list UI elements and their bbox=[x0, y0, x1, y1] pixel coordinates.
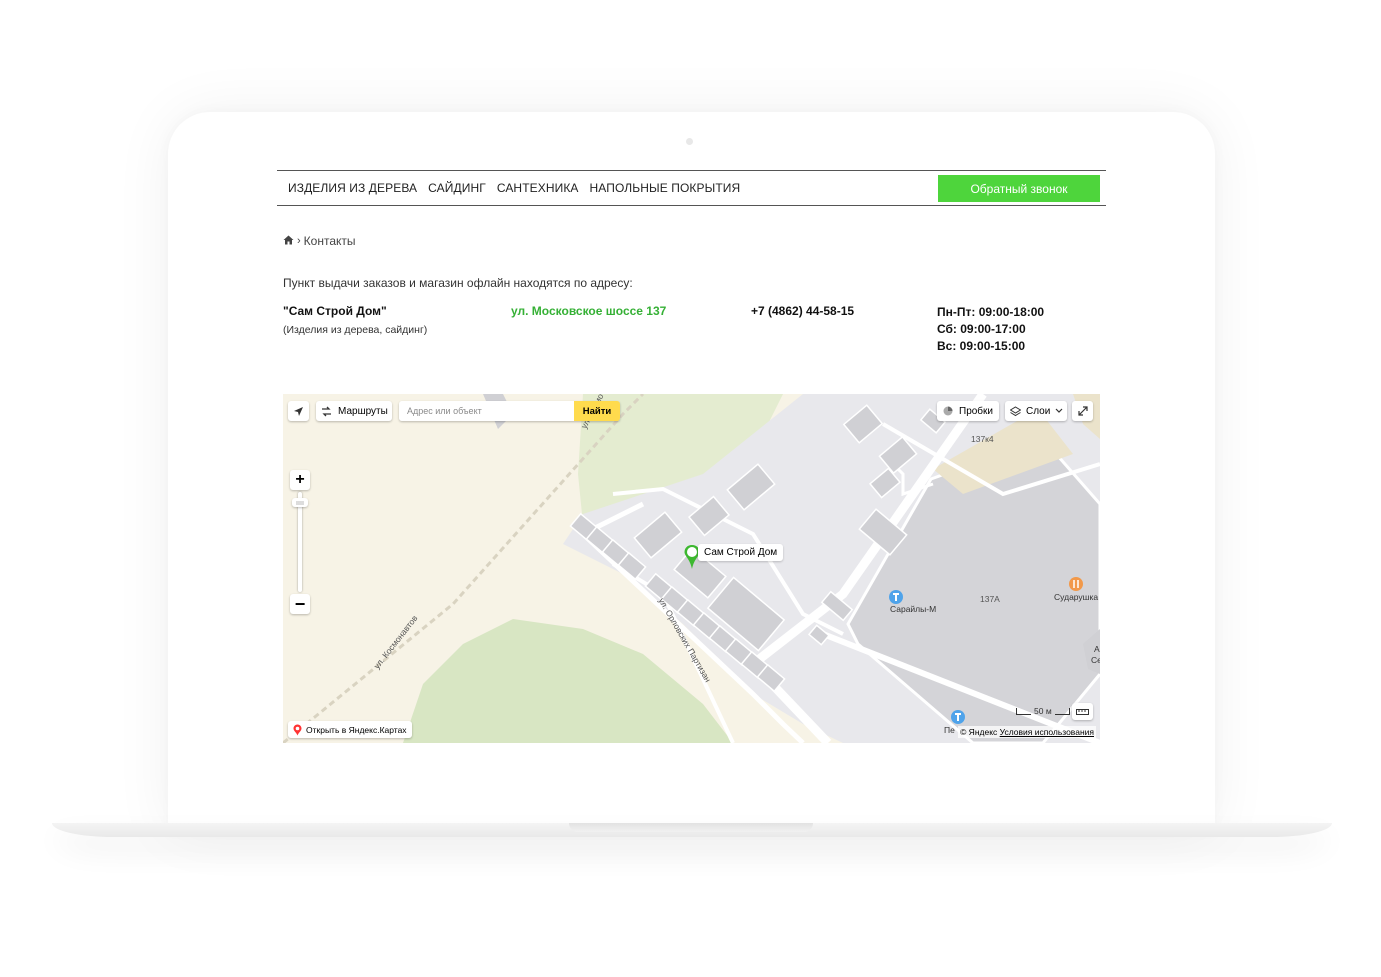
poi-label-se: Се bbox=[1091, 655, 1100, 665]
grip-icon bbox=[296, 500, 304, 505]
scale-bar-left bbox=[1016, 707, 1031, 715]
zoom-handle[interactable] bbox=[292, 498, 308, 507]
breadcrumb-current: Контакты bbox=[303, 234, 356, 248]
nav-link-siding[interactable]: САЙДИНГ bbox=[428, 181, 486, 195]
route-icon bbox=[322, 406, 331, 416]
food-icon bbox=[1069, 577, 1083, 591]
home-icon[interactable] bbox=[283, 234, 294, 248]
traffic-label: Пробки bbox=[959, 405, 993, 417]
pickup-intro-text: Пункт выдачи заказов и магазин офлайн на… bbox=[283, 276, 633, 290]
poi-label-sudarushka: Сударушка bbox=[1054, 592, 1099, 602]
routes-label: Маршруты bbox=[338, 405, 388, 417]
map-marker-icon bbox=[293, 724, 302, 735]
poi-label-a: А bbox=[1094, 644, 1100, 654]
zoom-in-button[interactable]: + bbox=[290, 470, 310, 490]
poi-label-pe: Пе bbox=[944, 725, 955, 735]
expand-icon bbox=[1077, 406, 1088, 416]
ruler-icon bbox=[1076, 708, 1089, 715]
open-in-yandex-maps-link[interactable]: Открыть в Яндекс.Картах bbox=[288, 721, 412, 738]
tools-icon bbox=[889, 590, 903, 604]
hours-saturday: Сб: 09:00-17:00 bbox=[937, 322, 1026, 336]
location-arrow-icon bbox=[294, 406, 303, 416]
tools-icon bbox=[951, 710, 965, 724]
zoom-control: + − bbox=[290, 470, 310, 616]
laptop-notch bbox=[569, 823, 813, 832]
fullscreen-button[interactable] bbox=[1072, 401, 1093, 421]
traffic-button[interactable]: Пробки bbox=[937, 401, 999, 421]
poi-label-sarayly-m: Сарайлы-М bbox=[890, 604, 937, 614]
store-name: "Сам Строй Дом" bbox=[283, 304, 387, 318]
scale-label: 50 м bbox=[1034, 706, 1052, 716]
chevron-down-icon bbox=[1055, 408, 1063, 413]
terms-of-use-link[interactable]: Условия использования bbox=[1000, 727, 1094, 737]
copyright-text: © Яндекс bbox=[960, 727, 998, 737]
callback-button[interactable]: Обратный звонок bbox=[938, 175, 1100, 202]
ruler-button[interactable] bbox=[1072, 703, 1093, 720]
map-search: Найти bbox=[399, 401, 620, 421]
nav-link-flooring[interactable]: НАПОЛЬНЫЕ ПОКРЫТИЯ bbox=[590, 181, 741, 195]
open-in-maps-label: Открыть в Яндекс.Картах bbox=[306, 724, 407, 735]
map-search-button[interactable]: Найти bbox=[574, 401, 620, 421]
routes-button[interactable]: Маршруты bbox=[316, 401, 392, 421]
geolocation-button[interactable] bbox=[288, 401, 309, 421]
store-subtitle: (Изделия из дерева, сайдинг) bbox=[283, 324, 428, 336]
zoom-out-button[interactable]: − bbox=[290, 594, 310, 614]
map-search-input[interactable] bbox=[399, 401, 574, 421]
breadcrumb: › Контакты bbox=[283, 234, 356, 248]
map-label-building-137k4: 137к4 bbox=[971, 434, 994, 444]
map-scale: 50 м bbox=[1016, 706, 1070, 716]
store-hours: Пн-Пт: 09:00-18:00 Сб: 09:00-17:00 Вс: 0… bbox=[937, 304, 1044, 355]
scale-bar-right bbox=[1054, 707, 1070, 715]
hours-weekdays: Пн-Пт: 09:00-18:00 bbox=[937, 305, 1045, 319]
store-phone[interactable]: +7 (4862) 44-58-15 bbox=[751, 304, 854, 318]
map-copyright: © Яндекс Условия использования bbox=[958, 726, 1096, 738]
yandex-map[interactable]: ул. Космонавтов ул. Орловских Партизан у… bbox=[283, 394, 1100, 743]
laptop-camera bbox=[686, 138, 693, 145]
top-navigation: ИЗДЕЛИЯ ИЗ ДЕРЕВА САЙДИНГ САНТЕХНИКА НАП… bbox=[277, 170, 1106, 206]
chevron-right-icon: › bbox=[297, 235, 301, 247]
traffic-icon bbox=[943, 406, 953, 416]
nav-link-wood-products[interactable]: ИЗДЕЛИЯ ИЗ ДЕРЕВА bbox=[288, 181, 417, 195]
layers-button[interactable]: Слои bbox=[1005, 401, 1067, 421]
nav-link-plumbing[interactable]: САНТЕХНИКА bbox=[497, 181, 579, 195]
layers-label: Слои bbox=[1026, 405, 1051, 417]
store-address-link[interactable]: ул. Московское шоссе 137 bbox=[511, 304, 666, 318]
layers-icon bbox=[1010, 405, 1021, 416]
map-label-building-137a: 137А bbox=[980, 594, 1000, 604]
placemark-label[interactable]: Сам Строй Дом bbox=[698, 544, 784, 561]
zoom-track[interactable] bbox=[298, 492, 302, 592]
hours-sunday: Вс: 09:00-15:00 bbox=[937, 339, 1026, 353]
